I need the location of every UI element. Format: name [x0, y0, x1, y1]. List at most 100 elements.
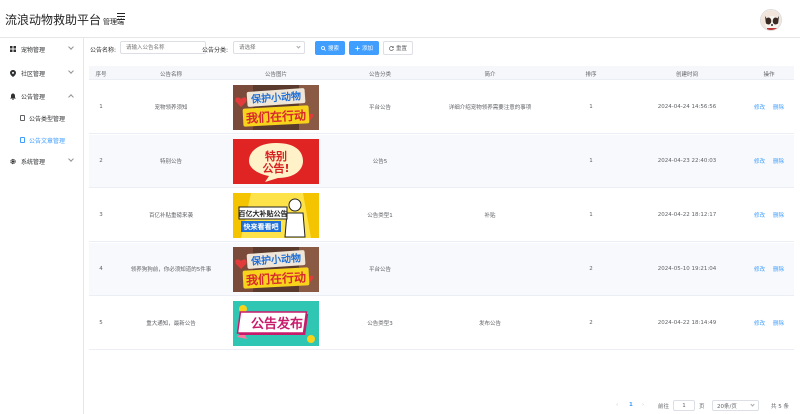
row-index: 3 [99, 212, 103, 218]
plus-icon [355, 45, 360, 51]
total-count: 共 5 条 [771, 404, 789, 410]
image-caption: 公告发布 [251, 316, 303, 332]
delete-button[interactable]: 删除 [773, 319, 784, 327]
column-header: 公告分类 [368, 72, 392, 78]
menu-toggle-icon[interactable] [117, 13, 125, 21]
announcement-image: 保护小动物 我们在行动 [233, 247, 319, 292]
app-title: 流浪动物救助平台 管理端 [5, 11, 124, 28]
column-header: 序号 [95, 72, 107, 78]
row-sort: 1 [589, 212, 593, 218]
sidebar-item-label: 公告类型管理 [29, 116, 66, 123]
row-sort: 1 [589, 158, 593, 164]
sidebar-item-announcement-articles[interactable]: 公告文章管理 [0, 130, 84, 150]
table-row: 3 百亿补贴重磅来袭 百亿大补贴公告 快来看看吧 公告类型1 补贴 1 2024… [89, 189, 794, 242]
search-icon [321, 45, 326, 51]
row-index: 4 [99, 266, 103, 272]
row-name: 宠物领养须知 [154, 105, 188, 111]
announcement-image: 保护小动物 我们在行动 [233, 85, 319, 130]
page-number-current[interactable]: 1 [629, 402, 633, 408]
row-name: 重大通知，最新公告 [146, 321, 196, 327]
table-row: 4 领养狗狗前，你必须知道的5件事 保护小动物 我们在行动 平台公告 2 202… [89, 243, 794, 296]
edit-button[interactable]: 修改 [754, 211, 765, 219]
column-header: 公告名称 [159, 72, 183, 78]
document-icon [20, 137, 25, 143]
location-icon [10, 69, 16, 77]
row-intro: 详细介绍宠物领养需要注意的事项 [448, 105, 532, 111]
row-category: 平台公告 [368, 105, 392, 111]
delete-button[interactable]: 删除 [773, 211, 784, 219]
image-caption: 我们在行动 [246, 269, 307, 287]
sidebar-item-announcement-types[interactable]: 公告类型管理 [0, 108, 84, 128]
chevron-down-icon [68, 156, 74, 162]
table-header: 序号 公告名称 公告图片 公告分类 简介 排序 创建时间 操作 [89, 66, 794, 80]
add-button-label: 添加 [361, 46, 373, 52]
page-size-value: 20条/页 [717, 403, 737, 410]
edit-button[interactable]: 修改 [754, 103, 765, 111]
gear-icon [10, 158, 16, 164]
row-created: 2024-04-24 14:56:56 [657, 104, 717, 110]
sidebar-item-label: 宠物管理 [21, 46, 46, 54]
goto-label: 前往 [658, 404, 670, 410]
chevron-down-icon [68, 44, 74, 50]
row-sort: 1 [589, 104, 593, 110]
delete-button[interactable]: 删除 [773, 265, 784, 273]
page-unit-label: 页 [699, 404, 705, 410]
search-toolbar: 公告名称: 公告分类: 搜索 添加 重置 [90, 41, 795, 55]
chevron-up-icon [68, 94, 74, 100]
row-sort: 2 [589, 320, 593, 326]
row-name: 领养狗狗前，你必须知道的5件事 [130, 267, 212, 273]
delete-button[interactable]: 删除 [773, 157, 784, 165]
sidebar: 宠物管理 社区管理 公告管理 公告类型管理 公告文章管理 系统管理 [0, 38, 84, 414]
sidebar-item-pets[interactable]: 宠物管理 [0, 39, 84, 59]
reset-button-label: 重置 [395, 46, 407, 52]
row-created: 2024-05-10 19:21:04 [657, 266, 717, 272]
sidebar-item-label: 社区管理 [21, 70, 46, 78]
announcement-image: 百亿大补贴公告 快来看看吧 [233, 193, 319, 238]
avatar[interactable] [760, 9, 782, 31]
row-intro: 补贴 [484, 213, 496, 219]
column-header: 公告图片 [264, 72, 288, 78]
image-caption: 特别 [265, 149, 287, 163]
image-caption: 我们在行动 [246, 107, 307, 125]
add-button[interactable]: 添加 [349, 41, 379, 55]
sidebar-item-label: 公告文章管理 [29, 138, 66, 145]
table-row: 1 宠物领养须知 保护小动物 我们在行动 平台公告 详细介绍宠物领养需要注意的事… [89, 81, 794, 134]
row-index: 2 [99, 158, 103, 164]
app-title-text: 流浪动物救助平台 [5, 13, 102, 27]
edit-icon [20, 115, 25, 121]
next-page-icon[interactable]: › [642, 402, 644, 408]
edit-button[interactable]: 修改 [754, 319, 765, 327]
row-category: 公告类型3 [367, 321, 393, 327]
name-filter-label: 公告名称: [90, 47, 117, 54]
row-index: 5 [99, 320, 103, 326]
delete-button[interactable]: 删除 [773, 103, 784, 111]
sidebar-item-label: 公告管理 [21, 93, 46, 101]
row-category: 公告5 [372, 159, 388, 165]
column-header: 操作 [763, 72, 775, 78]
image-caption: 公告! [262, 161, 289, 175]
grid-icon [10, 46, 16, 52]
announcement-image: 特别 公告! [233, 139, 319, 184]
row-sort: 2 [589, 266, 593, 272]
search-button[interactable]: 搜索 [315, 41, 345, 55]
row-category: 平台公告 [368, 267, 392, 273]
sidebar-item-announcements[interactable]: 公告管理 [0, 86, 84, 106]
sidebar-item-system[interactable]: 系统管理 [0, 151, 84, 171]
prev-page-icon[interactable]: ‹ [616, 402, 618, 408]
table-row: 5 重大通知，最新公告 公告发布 公告类型3 发布公告 2 2024-04-22… [89, 297, 794, 350]
goto-page-input[interactable]: 1 [673, 400, 695, 411]
image-caption: 快来看看吧 [244, 222, 279, 231]
refresh-icon [389, 45, 394, 51]
row-created: 2024-04-22 18:14:49 [657, 320, 717, 326]
edit-button[interactable]: 修改 [754, 265, 765, 273]
name-search-input[interactable] [120, 41, 206, 54]
edit-button[interactable]: 修改 [754, 157, 765, 165]
row-category: 公告类型1 [367, 213, 393, 219]
sidebar-item-community[interactable]: 社区管理 [0, 63, 84, 83]
row-created: 2024-04-22 18:12:17 [657, 212, 717, 218]
category-select[interactable] [233, 41, 305, 54]
bell-icon [10, 93, 16, 100]
column-header: 创建时间 [675, 72, 699, 78]
chevron-down-icon [68, 68, 74, 74]
reset-button[interactable]: 重置 [383, 41, 413, 55]
